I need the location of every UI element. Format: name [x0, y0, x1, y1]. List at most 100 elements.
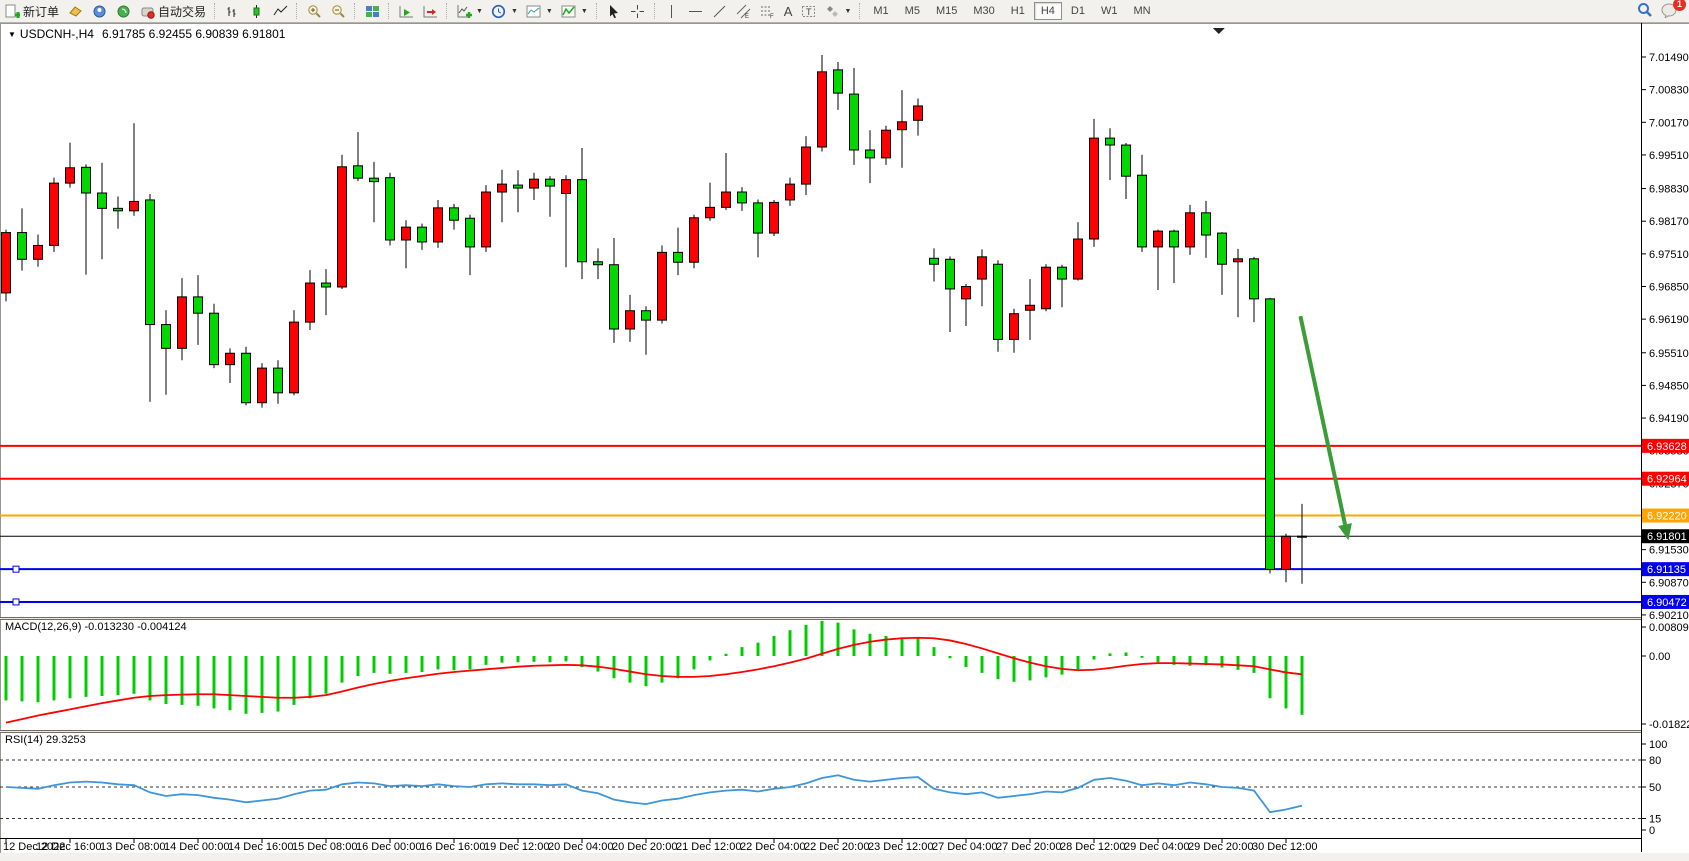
rsi-name: RSI(14): [5, 734, 43, 746]
macd-histogram-bar: [421, 656, 424, 672]
bar-chart-mode-button[interactable]: [220, 1, 244, 21]
candle-body: [434, 208, 443, 242]
price-axis-label: 6.90870: [1649, 577, 1689, 589]
zoom-in-button[interactable]: [302, 1, 326, 21]
candle-body: [498, 184, 507, 192]
vertical-line-tool-button[interactable]: [660, 1, 684, 21]
date-axis-label: 28 Dec 12:00: [1060, 841, 1125, 853]
rsi-indicator-label: RSI(14) 29.3253: [5, 734, 86, 746]
macd-histogram-bar: [1253, 656, 1256, 673]
toolbar-separator: [654, 3, 656, 19]
candle-body: [850, 94, 859, 150]
zoom-out-button[interactable]: [326, 1, 350, 21]
indicators-button[interactable]: ▼: [557, 1, 592, 21]
autotrading-button[interactable]: 自动交易: [135, 1, 210, 21]
timeframe-m15-button[interactable]: M15: [929, 2, 964, 20]
timeframe-m30-button[interactable]: M30: [966, 2, 1001, 20]
candle-body: [386, 178, 395, 240]
chat-button[interactable]: 1: [1661, 2, 1679, 21]
cursor-tool-button[interactable]: [602, 1, 626, 21]
toolbar-separator: [596, 3, 598, 19]
price-axis-label: 6.98170: [1649, 216, 1689, 228]
line-handle[interactable]: [13, 566, 19, 572]
trendline-icon: [712, 3, 728, 19]
candle-body: [562, 180, 571, 194]
macd-histogram-bar: [821, 621, 824, 656]
date-axis-label: 15 Dec 08:00: [292, 841, 357, 853]
tile-windows-button[interactable]: [360, 1, 384, 21]
date-axis-label: 20 Dec 04:00: [548, 841, 613, 853]
macd-histogram-bar: [853, 629, 856, 656]
price-axis-label: 6.94850: [1649, 380, 1689, 392]
candle-body: [626, 311, 635, 329]
date-axis-label: 23 Dec 12:00: [868, 841, 933, 853]
timeframe-h4-button[interactable]: H4: [1034, 2, 1062, 20]
candle-body: [610, 265, 619, 329]
periods-button[interactable]: ▼: [487, 1, 522, 21]
toolbar-separator: [388, 3, 390, 19]
fibonacci-icon: F: [760, 3, 776, 19]
date-axis-label: 13 Dec 08:00: [100, 841, 165, 853]
rsi-axis-label: 80: [1649, 755, 1661, 767]
macd-histogram-bar: [341, 656, 344, 683]
candle-body: [594, 262, 603, 265]
text-label-tool-button[interactable]: T: [796, 1, 820, 21]
timeframe-d1-button[interactable]: D1: [1064, 2, 1092, 20]
new-order-button[interactable]: 新订单: [0, 1, 63, 21]
macd-histogram-bar: [693, 656, 696, 669]
channel-tool-button[interactable]: E: [732, 1, 756, 21]
candle-body: [290, 322, 299, 393]
macd-histogram-bar: [549, 656, 552, 662]
notification-badge: 1: [1673, 0, 1686, 11]
chart-canvas[interactable]: 7.014907.008307.001706.995106.988306.981…: [0, 0, 1689, 861]
date-axis-label: 22 Dec 04:00: [740, 841, 805, 853]
date-axis-label: 14 Dec 00:00: [164, 841, 229, 853]
timeframe-m5-button[interactable]: M5: [898, 2, 927, 20]
timeframe-m1-button[interactable]: M1: [866, 2, 895, 20]
crosshair-tool-button[interactable]: [626, 1, 650, 21]
signals-button[interactable]: [111, 1, 135, 21]
candle-body: [930, 258, 939, 264]
line-handle[interactable]: [13, 599, 19, 605]
timeframe-w1-button[interactable]: W1: [1094, 2, 1125, 20]
chart-window-title: ▼USDCNH-,H46.91785 6.92455 6.90839 6.918…: [8, 27, 285, 41]
horizontal-line-tool-button[interactable]: [684, 1, 708, 21]
chart-shift-button[interactable]: [418, 1, 442, 21]
autoscroll-button[interactable]: [394, 1, 418, 21]
macd-histogram-bar: [565, 656, 568, 661]
chart-menu-triangle-icon[interactable]: ▼: [8, 30, 16, 39]
cursor-icon: [606, 3, 622, 19]
candle-body: [818, 72, 827, 147]
chart-shift-icon: [422, 3, 438, 19]
fibonacci-tool-button[interactable]: F: [756, 1, 780, 21]
macd-histogram-bar: [197, 656, 200, 706]
svg-text:6.91801: 6.91801: [1647, 531, 1687, 543]
arrows-tool-button[interactable]: ▼: [820, 1, 855, 21]
price-badge: 6.91801: [1642, 529, 1689, 543]
candle-body: [50, 183, 59, 245]
candle-body: [466, 218, 475, 247]
market-button[interactable]: [87, 1, 111, 21]
templates-button[interactable]: ▼: [522, 1, 557, 21]
new-chart-button[interactable]: ▼: [452, 1, 487, 21]
search-button[interactable]: [1637, 2, 1653, 21]
line-chart-mode-button[interactable]: [268, 1, 292, 21]
date-axis-label: 29 Dec 20:00: [1188, 841, 1253, 853]
date-axis-label: 16 Dec 16:00: [420, 841, 485, 853]
timeframe-mn-button[interactable]: MN: [1126, 2, 1157, 20]
metaeditor-button[interactable]: [63, 1, 87, 21]
candle-body: [514, 185, 523, 188]
macd-histogram-bar: [165, 656, 168, 704]
equidistant-channel-icon: E: [736, 3, 752, 19]
svg-text:6.90472: 6.90472: [1647, 597, 1687, 609]
text-tool-button[interactable]: A: [780, 1, 797, 21]
macd-histogram-bar: [325, 656, 328, 694]
macd-histogram-bar: [485, 656, 488, 665]
candlestick-mode-button[interactable]: [244, 1, 268, 21]
trendline-tool-button[interactable]: [708, 1, 732, 21]
timeframe-h1-button[interactable]: H1: [1004, 2, 1032, 20]
macd-histogram-bar: [901, 637, 904, 656]
macd-histogram-bar: [1221, 656, 1224, 668]
candle-body: [722, 192, 731, 207]
date-axis-label: 30 Dec 12:00: [1252, 841, 1317, 853]
